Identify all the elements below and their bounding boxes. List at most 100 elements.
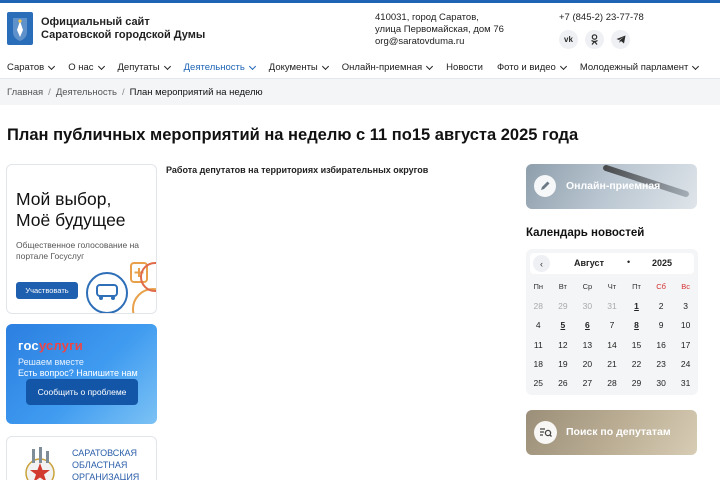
breadcrumb: Главная / Деятельность / План мероприяти…	[0, 79, 720, 105]
calendar-header: ‹ Август • 2025	[530, 253, 694, 274]
calendar-weekday: Вт	[558, 282, 567, 292]
vote-banner-title: Мой выбор, Моё будущее	[16, 189, 126, 231]
calendar-day[interactable]: 5	[551, 320, 576, 330]
breadcrumb-separator: /	[121, 86, 125, 98]
calendar-day: 29	[631, 378, 642, 389]
calendar-weekday: Чт	[607, 282, 617, 292]
calendar-day: 26	[558, 378, 568, 389]
city-emblem-logo[interactable]	[7, 12, 33, 45]
vk-icon[interactable]: vk	[559, 30, 578, 49]
nav-label: Молодежный парламент	[579, 62, 689, 73]
email-link[interactable]: org@saratovduma.ru	[375, 36, 504, 48]
organization-line3: ОРГАНИЗАЦИЯ	[72, 472, 140, 480]
calendar-day: 28	[533, 300, 544, 311]
nav-item-documents[interactable]: Документы	[268, 62, 329, 73]
calendar-day: 18	[533, 358, 544, 369]
report-problem-button[interactable]: Сообщить о проблеме	[26, 379, 138, 405]
calendar-day: 23	[656, 358, 666, 369]
calendar-day: 2	[658, 300, 664, 311]
nav-item-about[interactable]: О нас	[68, 62, 105, 73]
chevron-down-icon	[559, 62, 567, 70]
calendar-day: 9	[658, 320, 664, 331]
calendar-weekday: Вс	[681, 282, 691, 292]
calendar-day[interactable]: 6	[575, 320, 600, 330]
organization-name: САРАТОВСКАЯ ОБЛАСТНАЯ ОРГАНИЗАЦИЯ	[72, 447, 139, 480]
calendar-day: 24	[680, 358, 691, 369]
calendar-prev-button[interactable]: ‹	[533, 255, 550, 272]
calendar-day[interactable]: 1	[624, 301, 649, 311]
chevron-down-icon	[692, 62, 700, 70]
gosuslugi-logo-part1: гос	[18, 338, 39, 353]
phone-number[interactable]: +7 (845-2) 23-77-78	[559, 12, 644, 23]
calendar-day: 30	[582, 300, 593, 311]
calendar-day: 19	[558, 358, 568, 369]
nav-label: Деятельность	[183, 62, 245, 73]
calendar-day: 15	[631, 339, 642, 350]
nav-item-saratov[interactable]: Саратов	[7, 62, 56, 73]
article-body: Работа депутатов на территориях избирате…	[166, 165, 429, 175]
page-title: План публичных мероприятий на неделю с 1…	[7, 126, 579, 144]
calendar-day: 30	[656, 378, 666, 389]
gosuslugi-tagline: Решаем вместе	[18, 357, 84, 367]
participate-button[interactable]: Участвовать	[16, 282, 78, 299]
chevron-down-icon	[248, 62, 256, 70]
chevron-down-icon	[48, 62, 56, 70]
calendar-day: 10	[680, 320, 691, 331]
nav-label: Новости	[446, 62, 483, 73]
address-line1: 410031, город Саратов,	[375, 12, 479, 23]
address-line2: улица Первомайская, дом 76	[375, 24, 504, 35]
chevron-down-icon	[163, 62, 171, 70]
nav-label: Документы	[268, 62, 318, 73]
breadcrumb-home[interactable]: Главная	[7, 87, 43, 98]
online-reception-label: Онлайн-приемная	[566, 180, 661, 192]
site-title[interactable]: Официальный сайт Саратовской городской Д…	[41, 16, 205, 42]
calendar-day[interactable]: 8	[624, 320, 649, 330]
calendar-day: 31	[680, 378, 691, 389]
calendar-month-select[interactable]: Август	[574, 258, 604, 268]
nav-item-news[interactable]: Новости	[446, 62, 483, 73]
chevron-down-icon	[97, 62, 105, 70]
nav-label: Саратов	[7, 62, 45, 73]
search-list-icon	[534, 421, 557, 444]
calendar-day: 13	[582, 339, 593, 350]
calendar-day: 25	[533, 378, 544, 389]
calendar-grid: Пн Вт Ср Чт Пт Сб Вс 28 29 30 31 1 2 3 4 5 6 7 8 9 10 11 12 13 1…	[526, 277, 698, 393]
breadcrumb-current: План мероприятий на неделю	[129, 86, 263, 98]
deputy-search-label: Поиск по депутатам	[566, 426, 671, 438]
gosuslugi-banner[interactable]: госуслуги Решаем вместе Есть вопрос? Нап…	[6, 324, 157, 424]
calendar-day: 31	[607, 300, 617, 311]
vote-banner[interactable]: Мой выбор, Моё будущее Общественное голо…	[6, 164, 157, 314]
nav-item-photo-video[interactable]: Фото и видео	[496, 62, 567, 73]
calendar-day: 3	[683, 300, 689, 311]
organization-line1: САРАТОВСКАЯ	[72, 448, 138, 458]
vote-illustration	[86, 262, 156, 313]
calendar-day: 11	[533, 339, 543, 350]
gosuslugi-logo: госуслуги	[18, 338, 83, 353]
social-links: vk	[559, 30, 630, 49]
online-reception-card[interactable]: Онлайн-приемная	[526, 164, 697, 209]
deputy-search-card[interactable]: Поиск по депутатам	[526, 410, 697, 455]
telegram-icon[interactable]	[611, 30, 630, 49]
site-title-line1: Официальный сайт	[41, 16, 150, 28]
nav-item-deputies[interactable]: Депутаты	[117, 62, 171, 73]
calendar-day: 7	[609, 320, 615, 331]
nav-item-youth-parliament[interactable]: Молодежный парламент	[579, 62, 700, 73]
ok-icon[interactable]	[585, 30, 604, 49]
calendar-day: 20	[582, 358, 593, 369]
calendar-weekday: Ср	[582, 282, 593, 292]
organization-line2: ОБЛАСТНАЯ	[72, 460, 128, 470]
nav-item-activity[interactable]: Деятельность	[183, 62, 256, 73]
calendar-weekday: Пт	[632, 282, 641, 292]
calendar-week-row: 11 12 13 14 15 16 17	[526, 335, 698, 354]
calendar-day: 22	[631, 358, 642, 369]
regional-organization-banner[interactable]: САРАТОВСКАЯ ОБЛАСТНАЯ ОРГАНИЗАЦИЯ	[6, 436, 157, 480]
nav-label: Депутаты	[117, 62, 160, 73]
nav-label: Фото и видео	[496, 62, 556, 73]
contact-address: 410031, город Саратов, улица Первомайска…	[375, 12, 504, 48]
calendar-year-select[interactable]: 2025	[652, 258, 672, 268]
breadcrumb-section[interactable]: Деятельность	[56, 87, 117, 98]
vote-title-line1: Мой выбор,	[16, 189, 112, 209]
nav-item-online-reception[interactable]: Онлайн-приемная	[342, 62, 434, 73]
nav-label: О нас	[68, 62, 94, 73]
main-navigation: Саратов О нас Депутаты Деятельность Доку…	[0, 57, 720, 79]
